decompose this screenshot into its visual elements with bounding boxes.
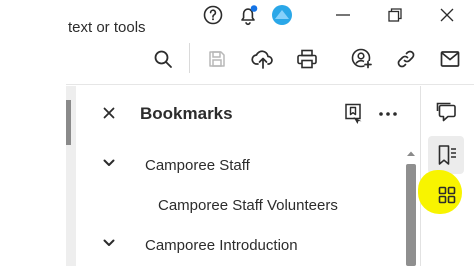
bookmarks-title: Bookmarks: [140, 104, 233, 123]
share-user-icon[interactable]: [349, 46, 375, 72]
notification-bell-icon[interactable]: [236, 3, 260, 27]
scroll-up-arrow-icon[interactable]: [405, 148, 417, 158]
search-field-text[interactable]: text or tools: [68, 19, 146, 36]
link-icon[interactable]: [394, 47, 418, 71]
document-area: [0, 86, 66, 266]
add-bookmark-icon[interactable]: [342, 102, 364, 126]
upload-cloud-icon[interactable]: [250, 46, 276, 72]
left-scroll-thumb[interactable]: [66, 100, 71, 145]
bookmarks-icon[interactable]: [434, 142, 460, 168]
toolbar-left-area: [0, 30, 66, 85]
minimize-icon[interactable]: [332, 4, 354, 26]
toolbar-divider: [189, 43, 190, 73]
close-window-icon[interactable]: [436, 4, 458, 26]
title-bar-left-area: [0, 0, 66, 30]
bookmark-item[interactable]: Camporee Introduction: [145, 237, 298, 254]
restore-icon[interactable]: [384, 4, 406, 26]
bookmark-item[interactable]: Camporee Staff Volunteers: [158, 197, 338, 214]
bookmarks-scroll-thumb[interactable]: [406, 164, 416, 266]
mail-icon[interactable]: [438, 47, 462, 71]
chevron-down-icon[interactable]: [101, 236, 117, 250]
help-icon[interactable]: [202, 4, 224, 26]
comment-icon[interactable]: [434, 99, 460, 125]
profile-avatar-icon[interactable]: [270, 3, 294, 27]
chevron-down-icon[interactable]: [101, 156, 117, 170]
save-icon[interactable]: [205, 47, 229, 71]
more-options-icon[interactable]: [376, 104, 400, 124]
grid-apps-icon[interactable]: [434, 182, 460, 208]
print-icon[interactable]: [295, 47, 319, 71]
close-panel-icon[interactable]: [100, 104, 118, 122]
search-icon[interactable]: [151, 47, 175, 71]
bookmark-item[interactable]: Camporee Staff: [145, 157, 250, 174]
